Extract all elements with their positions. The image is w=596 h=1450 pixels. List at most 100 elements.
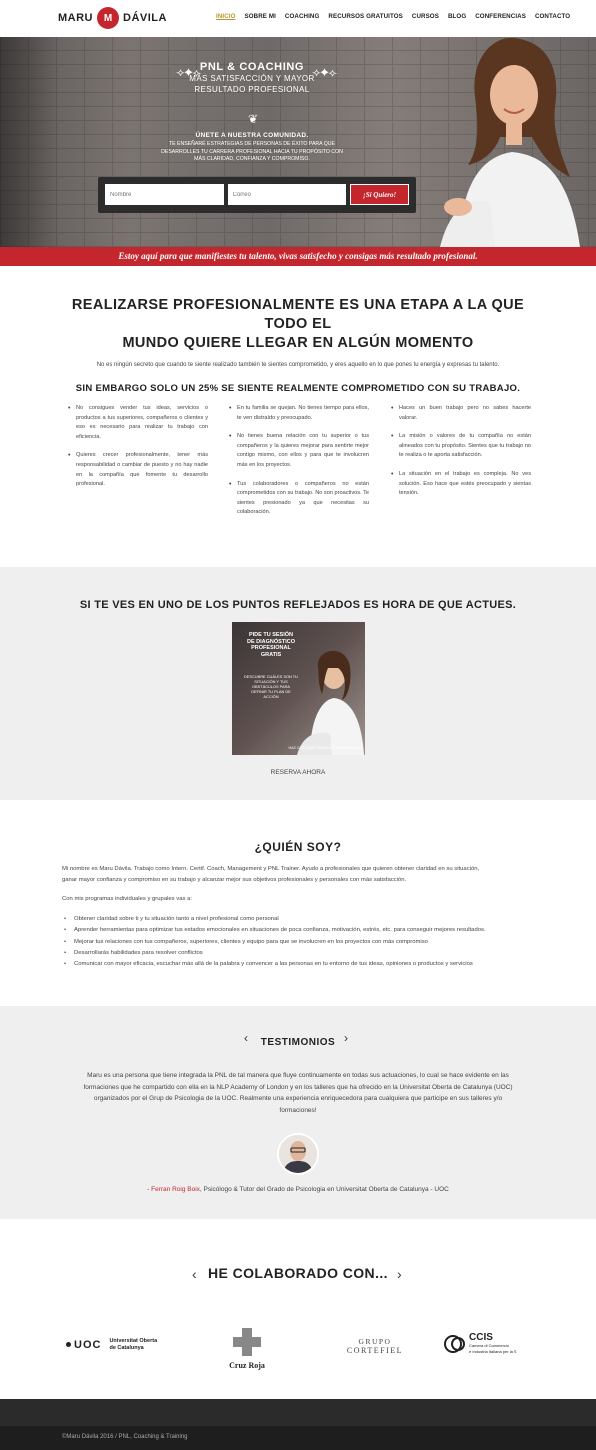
uoc-name-line: Universitat Oberta	[109, 1338, 158, 1344]
quote-line: Maru es una persona que tiene integrada …	[87, 1072, 509, 1079]
testimonial-avatar	[277, 1133, 319, 1175]
join-text-1: TE ENSEÑARÉ ESTRATEGIAS DE PERSONAS DE É…	[168, 141, 336, 147]
testimonials-title: TESTIMONIOS	[260, 1037, 336, 1048]
uoc-mark: UOC	[74, 1338, 102, 1351]
footer-widgets	[0, 1399, 596, 1426]
nav-cursos[interactable]: CURSOS	[412, 13, 439, 20]
testimonials-header: TESTIMONIOS	[0, 1032, 596, 1050]
promo-title-line: GRATIS	[260, 651, 282, 658]
promo-title-line: PROFESIONAL	[251, 645, 291, 652]
signup-form: ¡Sí Quiero!	[98, 177, 416, 213]
about-benefits-list: Obtener claridad sobre ti y tu situación…	[62, 914, 538, 971]
nav-blog[interactable]: BLOG	[448, 13, 466, 20]
hero-woman-photo	[440, 37, 580, 247]
copyright-text: ©Maru Dávila 2016 / PNL, Coaching & Trai…	[62, 1434, 188, 1440]
email-input[interactable]	[227, 184, 347, 205]
promo-title-line: DE DIAGNÓSTICO	[247, 638, 295, 645]
list-item: Comunicar con mayor eficacia, escuchar m…	[62, 959, 538, 971]
join-text-2: DESARROLLES TU CARRERA PROFESIONAL HACIA…	[161, 148, 343, 155]
testimonials-section: ‹ TESTIMONIOS › Maru es una persona que …	[0, 1006, 596, 1219]
about-paragraph-line: Mi nombre es Maru Dávila. Trabajo como I…	[62, 866, 480, 872]
reserve-link[interactable]: RESERVA AHORA	[200, 769, 396, 776]
nav-sobre-mi[interactable]: SOBRE MI	[245, 13, 276, 20]
list-item: No consigues vender tus ideas, servicios…	[68, 404, 208, 442]
section2-title: SI TE VES EN UNO DE LOS PUNTOS REFLEJADO…	[79, 599, 517, 611]
list-item: En tu familia se quejan. No tienes tiemp…	[229, 404, 369, 423]
logo-mark: M	[97, 7, 119, 29]
promo-text: DESCUBRE CUÁLES SON TU SITUACIÓN Y TUS O…	[240, 674, 302, 699]
cortefiel-line-2: CORTEFIEL	[346, 1346, 404, 1355]
pain-points-col-2: En tu familia se quejan. No tienes tiemp…	[229, 404, 369, 527]
list-item: No tienes buena relación con tu superior…	[229, 432, 369, 470]
site-logo[interactable]: MARU M DÁVILA	[58, 5, 167, 31]
join-title: ÚNETE A NUESTRA COMUNIDAD.	[195, 132, 309, 139]
nav-coaching[interactable]: COACHING	[285, 13, 320, 20]
ccis-circles-icon	[444, 1334, 465, 1353]
uoc-logo: UOC Universitat Oberta de Catalunya	[66, 1338, 157, 1351]
partners-title: HE COLABORADO CON...	[208, 1265, 388, 1281]
quote-line: organizados por el Grup de Psicologia de…	[93, 1095, 503, 1102]
section1-title-line-1: REALIZARSE PROFESIONALMENTE ES UNA ETAPA…	[71, 297, 525, 332]
nav-inicio[interactable]: INICIO	[216, 13, 236, 20]
list-item: Desarrollarás habilidades para resolver …	[62, 948, 538, 960]
promo-click-text: HAZ CLIC AQUÍ PARA MÁS INFORMACIÓN	[288, 746, 363, 750]
ccis-mark: CCIS	[469, 1332, 493, 1343]
about-paragraph-1: Mi nombre es Maru Dávila. Trabajo como I…	[62, 864, 538, 886]
name-input[interactable]	[105, 184, 224, 205]
cruz-roja-logo: Cruz Roja	[222, 1328, 272, 1370]
list-item: Aprender herramientas para optimizar tus…	[62, 925, 538, 937]
hero-title-block: PNL & COACHING MÁS SATISFACCIÓN Y MAYOR …	[170, 61, 334, 95]
call-to-action-section: SI TE VES EN UNO DE LOS PUNTOS REFLEJADO…	[0, 567, 596, 800]
section1-title-line-2: MUNDO QUIERE LLEGAR EN ALGÚN MOMENTO	[122, 335, 474, 351]
red-cross-icon	[233, 1328, 261, 1356]
join-text-3: MÁS CLARIDAD, CONFIANZA Y COMPROMISO.	[194, 156, 310, 162]
ccis-text: CCIS Camera di Commercio e Industria Ita…	[469, 1332, 517, 1355]
subscribe-button[interactable]: ¡Sí Quiero!	[350, 184, 410, 205]
promo-title-line: PIDE TU SESIÓN	[248, 632, 293, 638]
list-item: Obtener claridad sobre ti y tu situación…	[62, 914, 538, 926]
hero-subtitle-1: MÁS SATISFACCIÓN Y MAYOR	[189, 74, 315, 83]
promo-title: PIDE TU SESIÓN DE DIAGNÓSTICO PROFESIONA…	[242, 632, 300, 658]
about-paragraph-line: ganar mayor confianza y compromiso en su…	[62, 877, 407, 883]
uoc-dot-icon	[66, 1342, 71, 1347]
partners-next-icon[interactable]: ›	[397, 1266, 402, 1282]
main-menu: INICIO SOBRE MI COACHING RECURSOS GRATUI…	[216, 13, 579, 20]
join-community-block: ÚNETE A NUESTRA COMUNIDAD. TE ENSEÑARÉ E…	[140, 132, 364, 164]
list-item: Mejorar tus relaciones con tus compañero…	[62, 937, 538, 949]
logo-name-left: MARU	[58, 12, 93, 24]
list-item: La misión o valores de tu compañía no es…	[391, 432, 531, 461]
ccis-logo: CCIS Camera di Commercio e Industria Ita…	[444, 1332, 539, 1355]
section1-intro: No es ningún secreto que cuando te sient…	[96, 362, 500, 368]
about-title: ¿QUIÉN SOY?	[254, 840, 342, 854]
uoc-name: Universitat Oberta de Catalunya	[109, 1338, 157, 1351]
nav-contacto[interactable]: CONTACTO	[535, 13, 570, 20]
logo-name-right: DÁVILA	[123, 12, 167, 24]
list-item: Tus colaboradores o compañeros no están …	[229, 480, 369, 518]
cruz-roja-text: Cruz Roja	[229, 1361, 265, 1370]
nav-recursos-gratuitos[interactable]: RECURSOS GRATUITOS	[328, 13, 402, 20]
pain-points-col-3: Haces un buen trabajo pero no sabes hace…	[391, 404, 531, 508]
lamp-shadow	[0, 37, 60, 247]
testimonial-quote: Maru es una persona que tiene integrada …	[62, 1070, 534, 1116]
section1-title: REALIZARSE PROFESIONALMENTE ES UNA ETAPA…	[60, 296, 536, 353]
author-name-link[interactable]: - Ferran Roig Boix	[147, 1186, 200, 1193]
pain-points-col-1: No consigues vender tus ideas, servicios…	[68, 404, 208, 499]
hero-title: PNL & COACHING	[199, 61, 305, 73]
ccis-sub-2: e Industria Italiana per la S	[469, 1349, 517, 1354]
list-item: Haces un buen trabajo pero no sabes hace…	[391, 404, 531, 423]
swirl-divider-icon: ❦	[247, 112, 259, 126]
top-navbar: MARU M DÁVILA INICIO SOBRE MI COACHING R…	[0, 0, 596, 37]
nav-conferencias[interactable]: CONFERENCIAS	[475, 13, 526, 20]
list-item: Quieres crecer profesionalmente, tener m…	[68, 451, 208, 489]
tagline-bar: Estoy aquí para que manifiestes tu talen…	[0, 247, 596, 266]
promo-woman-photo	[297, 650, 364, 755]
hero-banner: ⟢✦⟣ ⟢✦⟣ PNL & COACHING MÁS SATISFACCIÓN …	[0, 37, 596, 247]
free-session-banner[interactable]: PIDE TU SESIÓN DE DIAGNÓSTICO PROFESIONA…	[232, 622, 365, 755]
quote-line: formaciones que he compartido con ella e…	[83, 1083, 513, 1091]
promo-text-line: ACCIÓN	[263, 694, 279, 699]
cortefiel-logo: GRUPO CORTEFIEL	[340, 1337, 410, 1355]
testimonial-author: - Ferran Roig Boix, Psicólogo & Tutor de…	[62, 1186, 534, 1193]
quote-line: formaciones!	[279, 1106, 317, 1114]
testimonial-next-icon[interactable]: ›	[344, 1031, 348, 1045]
about-paragraph-2: Con mis programas individuales y grupale…	[62, 896, 192, 902]
